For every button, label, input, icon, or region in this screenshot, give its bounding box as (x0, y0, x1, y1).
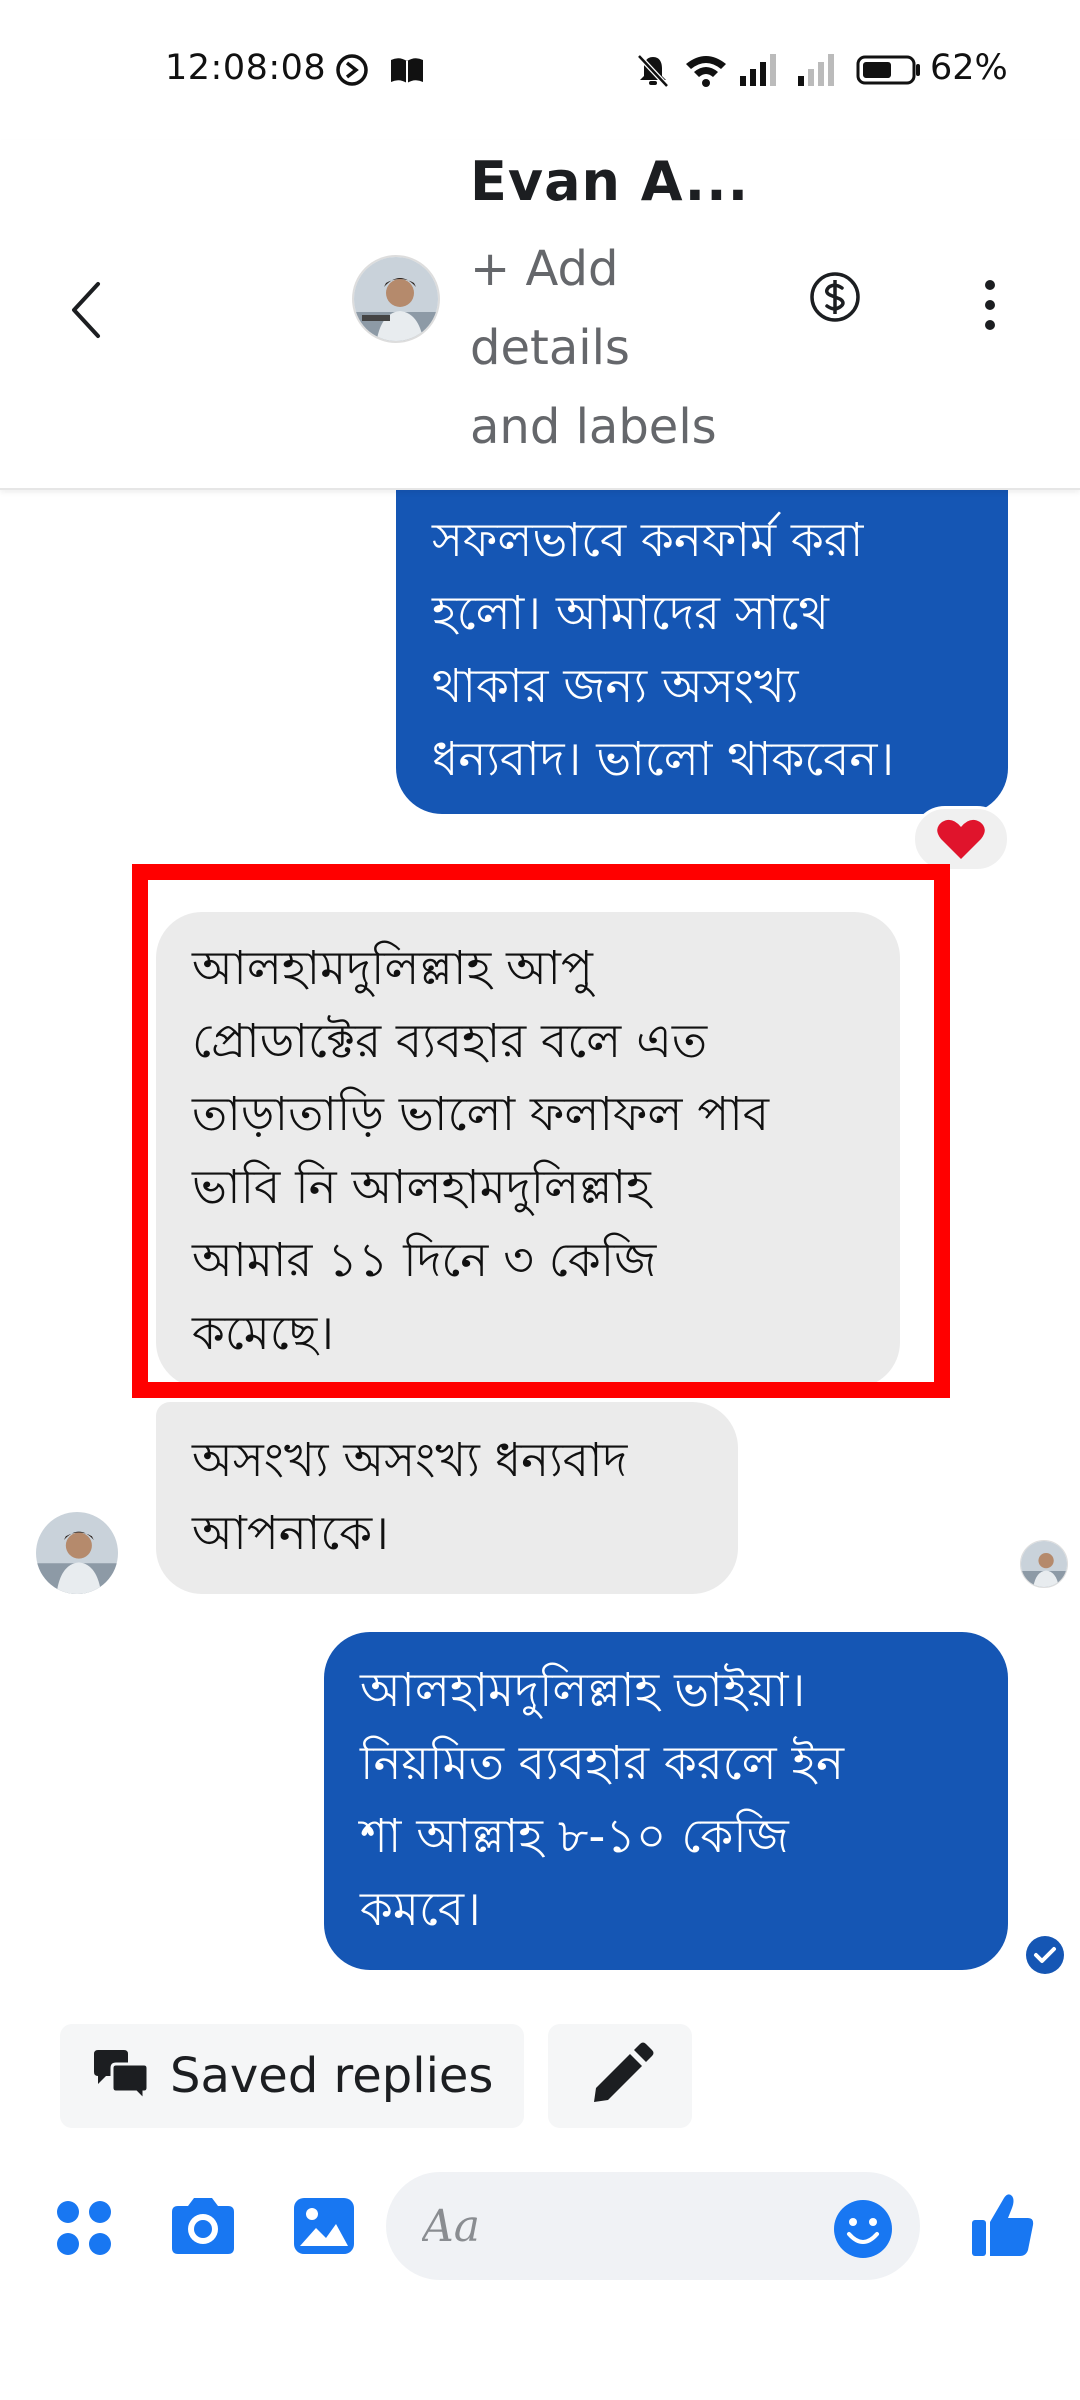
edit-button[interactable] (548, 2024, 692, 2128)
apps-grid-icon[interactable] (54, 2198, 114, 2258)
message-line: প্রোডাক্টের ব্যবহার বলে এত (192, 1014, 708, 1069)
sender-avatar[interactable] (36, 1512, 118, 1594)
conversation-header: Evan A... + Add details and labels (0, 140, 1080, 490)
signal-icon-2 (798, 54, 834, 86)
message-line: কমবে। (360, 1882, 481, 1937)
message-line: নিয়মিত ব্যবহার করলে ইন (360, 1736, 845, 1791)
add-details-line: and labels (470, 399, 717, 455)
status-bar: 12:08:08 62% (0, 0, 1080, 140)
message-line: কমেছে। (192, 1306, 335, 1361)
message-line: অসংখ্য অসংখ্য ধন্যবাদ (192, 1433, 628, 1488)
back-button[interactable] (62, 270, 110, 350)
signal-icon-1 (740, 54, 776, 86)
message-bubble-outgoing[interactable]: সফলভাবে কনফার্ম করা হলো। আমাদের সাথে থাক… (396, 440, 1008, 814)
message-composer (0, 2150, 1080, 2310)
message-line: থাকার জন্য অসংখ্য (432, 659, 799, 714)
add-details-line: + Add (470, 241, 619, 297)
saved-replies-button[interactable]: Saved replies (60, 2024, 524, 2128)
battery-percent: 62% (930, 48, 1008, 88)
add-details-line: details (470, 320, 630, 376)
message-line: সফলভাবে কনফার্ম করা (432, 513, 864, 568)
status-time: 12:08:08 (165, 48, 327, 88)
message-line: আলহামদুলিল্লাহ আপু (192, 941, 593, 996)
message-bubble-outgoing[interactable]: আলহামদুলিল্লাহ ভাইয়া। নিয়মিত ব্যবহার ক… (324, 1632, 1008, 1970)
message-line: তাড়াতাড়ি ভালো ফলাফল পাব (192, 1087, 770, 1142)
message-line: হলো। আমাদের সাথে (432, 586, 829, 641)
message-line: আপনাকে। (192, 1506, 389, 1561)
emoji-icon[interactable] (832, 2198, 894, 2260)
heart-reaction[interactable] (912, 806, 1010, 872)
wifi-icon (686, 56, 726, 87)
battery-icon (856, 55, 920, 85)
mute-bell-icon (637, 54, 669, 88)
message-line: শা আল্লাহ ৮-১০ কেজি (360, 1809, 789, 1864)
gallery-icon[interactable] (292, 2194, 356, 2258)
message-bubble-incoming[interactable]: আলহামদুলিল্লাহ আপু প্রোডাক্টের ব্যবহার ব… (156, 912, 900, 1388)
like-thumb-icon[interactable] (970, 2190, 1036, 2260)
message-line: আমার ১১ দিনে ৩ কেজি (192, 1233, 657, 1288)
book-icon (391, 58, 423, 83)
message-line: ভাবি নি আলহামদুলিল্লাহ (192, 1160, 651, 1215)
dnd-schedule-icon (336, 54, 368, 86)
chat-bubbles-icon (94, 2050, 150, 2104)
message-line: আলহামদুলিল্লাহ ভাইয়া। (360, 1663, 806, 1718)
more-options-icon[interactable] (975, 275, 1005, 335)
payment-dollar-button[interactable] (808, 270, 862, 324)
add-details-link[interactable]: + Add details and labels (470, 230, 750, 467)
heart-icon (937, 819, 985, 859)
contact-name[interactable]: Evan A... (470, 150, 749, 213)
contact-avatar[interactable] (352, 255, 440, 343)
message-bubble-incoming[interactable]: অসংখ্য অসংখ্য ধন্যবাদ আপনাকে। (156, 1402, 738, 1594)
pencil-icon (594, 2042, 654, 2102)
camera-icon[interactable] (168, 2194, 238, 2258)
seen-by-avatar (1020, 1540, 1068, 1588)
delivered-check-icon (1026, 1936, 1064, 1974)
saved-replies-label: Saved replies (170, 2048, 494, 2104)
message-line: ধন্যবাদ। ভালো থাকবেন। (432, 732, 895, 787)
